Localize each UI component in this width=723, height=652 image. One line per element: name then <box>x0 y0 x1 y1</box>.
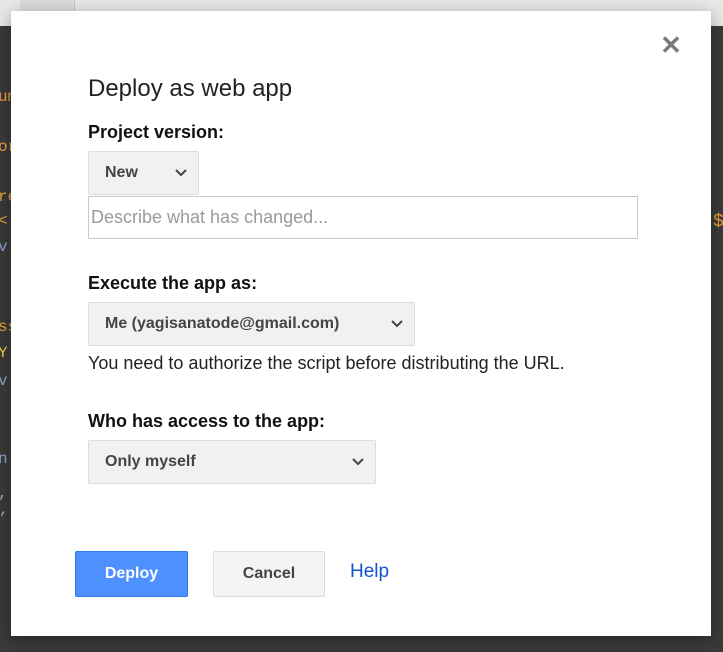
chevron-down-icon <box>391 320 403 328</box>
help-link[interactable]: Help <box>350 561 389 583</box>
access-value: Only myself <box>105 453 196 470</box>
project-version-value: New <box>105 164 138 181</box>
project-version-label: Project version: <box>88 122 225 142</box>
code-fragment: v <box>0 372 8 390</box>
code-fragment: , <box>0 484 8 502</box>
code-fragment: v <box>0 238 8 256</box>
code-fragment: < <box>0 212 8 230</box>
code-fragment-right: $ <box>713 212 723 232</box>
execute-as-select[interactable]: Me (yagisanatode@gmail.com) <box>88 302 415 346</box>
code-fragment: n <box>0 450 8 468</box>
dialog-title: Deploy as web app <box>88 75 293 102</box>
deploy-button[interactable]: Deploy <box>75 551 188 597</box>
change-description-input[interactable] <box>88 196 638 239</box>
execute-as-value: Me (yagisanatode@gmail.com) <box>105 315 340 332</box>
code-fragment: Y <box>0 344 8 362</box>
access-select[interactable]: Only myself <box>88 440 376 484</box>
deploy-dialog: ✕ Deploy as web app Project version: New… <box>11 11 711 636</box>
code-fragment: ’ <box>0 510 8 528</box>
close-icon[interactable]: ✕ <box>659 32 683 58</box>
chevron-down-icon <box>352 458 364 466</box>
project-version-select[interactable]: New <box>88 151 199 195</box>
cancel-button[interactable]: Cancel <box>213 551 325 597</box>
authorize-note: You need to authorize the script before … <box>88 353 565 373</box>
chevron-down-icon <box>175 169 187 177</box>
access-label: Who has access to the app: <box>88 411 326 431</box>
execute-as-label: Execute the app as: <box>88 273 258 293</box>
